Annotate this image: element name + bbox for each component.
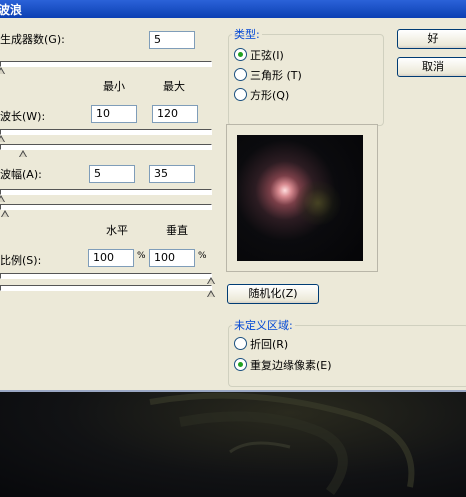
generators-label: 生成器数(G): (0, 33, 65, 46)
type-group-title: 类型: (232, 26, 262, 42)
scale-h-thumb[interactable] (207, 277, 215, 284)
wavelength-max-track[interactable] (0, 144, 212, 150)
type-triangle-label[interactable]: 三角形 (T) (250, 67, 302, 83)
title-bar[interactable]: 波浪 (0, 0, 466, 18)
amplitude-max-thumb[interactable] (1, 210, 9, 217)
amplitude-max-input[interactable]: 35 (149, 165, 195, 183)
scale-v-unit: % (198, 251, 207, 261)
amplitude-max-track[interactable] (0, 204, 212, 210)
col-vertical-label: 垂直 (166, 224, 188, 237)
wavelength-min-input[interactable]: 10 (91, 105, 137, 123)
type-triangle-radio[interactable] (234, 68, 247, 81)
amplitude-min-input[interactable]: 5 (89, 165, 135, 183)
ok-button[interactable]: 好 (397, 29, 466, 49)
generators-slider-thumb[interactable] (0, 67, 5, 74)
repeat-edge-label[interactable]: 重复边缘像素(E) (250, 357, 332, 373)
col-horizontal-label: 水平 (106, 224, 128, 237)
undefined-area-group (228, 325, 466, 387)
type-square-label[interactable]: 方形(Q) (250, 87, 289, 103)
cancel-button[interactable]: 取消 (397, 57, 466, 77)
wave-dialog: 生成器数(G): 5 最小 最大 波长(W): 10 120 波幅(A): 5 … (0, 18, 466, 390)
wrap-around-radio[interactable] (234, 337, 247, 350)
window-title: 波浪 (0, 3, 23, 17)
wave-artwork (149, 392, 415, 495)
scale-h-unit: % (137, 251, 146, 261)
scale-v-track[interactable] (0, 285, 212, 291)
type-sine-radio[interactable] (234, 48, 247, 61)
scale-v-thumb[interactable] (207, 290, 215, 297)
scale-v-input[interactable]: 100 (149, 249, 195, 267)
col-max-label: 最大 (163, 80, 185, 93)
scale-label: 比例(S): (0, 254, 42, 267)
col-min-label: 最小 (103, 80, 125, 93)
randomize-button[interactable]: 随机化(Z) (227, 284, 319, 304)
wavelength-label: 波长(W): (0, 110, 46, 123)
type-square-radio[interactable] (234, 88, 247, 101)
repeat-edge-radio[interactable] (234, 358, 247, 371)
scale-h-input[interactable]: 100 (88, 249, 134, 267)
generators-slider-track[interactable] (0, 61, 212, 67)
wavelength-max-input[interactable]: 120 (152, 105, 198, 123)
undefined-area-title: 未定义区域: (232, 317, 295, 333)
type-sine-label[interactable]: 正弦(I) (250, 47, 284, 63)
scale-h-track[interactable] (0, 273, 212, 279)
preview-frame (226, 124, 378, 272)
wavelength-min-track[interactable] (0, 129, 212, 135)
amplitude-min-thumb[interactable] (0, 195, 5, 202)
wrap-around-label[interactable]: 折回(R) (250, 336, 288, 352)
amplitude-label: 波幅(A): (0, 168, 42, 181)
wavelength-max-thumb[interactable] (19, 150, 27, 157)
canvas-background (0, 390, 466, 497)
generators-input[interactable]: 5 (149, 31, 195, 49)
wavelength-min-thumb[interactable] (0, 135, 5, 142)
amplitude-min-track[interactable] (0, 189, 212, 195)
preview-image[interactable] (237, 135, 363, 261)
